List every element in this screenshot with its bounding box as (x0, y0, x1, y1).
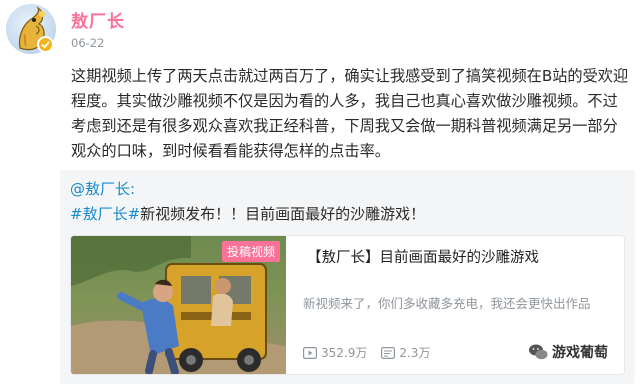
repost-text-body: 新视频发布！！目前画面最好的沙雕游戏！ (140, 205, 426, 223)
view-count: 352.9万 (303, 344, 367, 361)
watermark: 游戏葡萄 (528, 342, 608, 362)
post-text: 这期视频上传了两天点击就过两百万了，确实让我感受到了搞笑视频在B站的受欢迎程度。… (71, 67, 629, 160)
repost-author-link[interactable]: @敖厂长: (70, 178, 135, 199)
play-count-icon (303, 346, 317, 359)
comment-count-value: 2.3万 (399, 346, 431, 360)
video-type-badge: 投稿视频 (221, 241, 280, 262)
danmaku-icon (381, 346, 396, 359)
watermark-text: 游戏葡萄 (552, 345, 608, 361)
wechat-icon (529, 344, 548, 360)
comment-count: 2.3万 (381, 344, 430, 361)
verified-badge-icon (37, 36, 54, 53)
repost-text: #敖厂长#新视频发布！！目前画面最好的沙雕游戏！ (70, 203, 425, 224)
post-date: 06-22 (71, 36, 105, 50)
video-cover[interactable]: 投稿视频 (71, 236, 286, 374)
hashtag-link[interactable]: #敖厂长# (70, 205, 140, 223)
video-title[interactable]: 【敖厂长】目前画面最好的沙雕游戏 (307, 246, 539, 267)
post-author-name[interactable]: 敖厂长 (71, 7, 125, 32)
view-count-value: 352.9万 (321, 346, 368, 360)
video-stats: 352.9万 2.3万 (303, 344, 444, 361)
video-description: 新视频来了，你们多收藏多充电，我还会更快出作品 (303, 296, 591, 311)
